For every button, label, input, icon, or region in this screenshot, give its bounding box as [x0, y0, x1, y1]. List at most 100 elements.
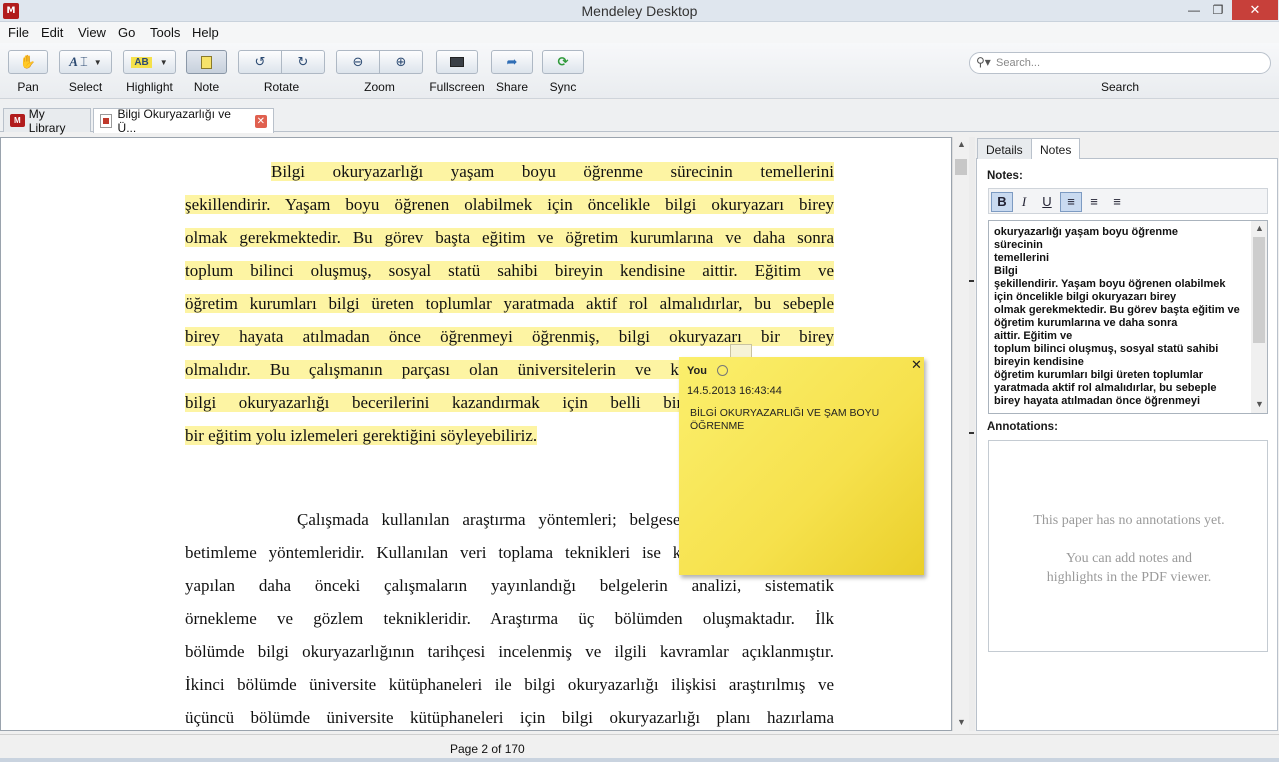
close-tab-icon[interactable]: ✕ — [254, 114, 267, 128]
text-line: olmak gerekmektedir. Bu görev başta eğit… — [185, 228, 834, 247]
text-line: öğretim kurumları bilgi üreten toplumlar… — [185, 294, 834, 313]
highlight-label: Highlight — [126, 80, 173, 94]
note-text[interactable]: BİLGİ OKURYAZARLIĞI VE ŞAM BOYU ÖĞRENME — [690, 407, 910, 433]
fullscreen-label: Fullscreen — [429, 80, 485, 94]
annotations-hint: You can add notes and highlights in the … — [1046, 551, 1212, 585]
rotate-right-icon: ↻ — [297, 54, 309, 69]
pan-button[interactable]: ✋ — [8, 50, 48, 74]
rotate-label: Rotate — [263, 80, 300, 94]
rotate-right-button[interactable]: ↻ — [281, 50, 325, 74]
select-label: Select — [68, 80, 103, 94]
share-icon: ➦ — [506, 54, 518, 69]
text-line: bölümde bilgi okuryazarlığının tarihçesi… — [185, 642, 834, 661]
align-left-icon[interactable]: ≡ — [1060, 192, 1082, 212]
close-window-button[interactable]: ✕ — [1232, 0, 1278, 20]
search-box: ⚲▾ — [969, 52, 1271, 74]
bold-button[interactable]: B — [991, 192, 1013, 212]
maximize-button[interactable]: ❐ — [1204, 0, 1232, 20]
note-status-icon[interactable] — [717, 365, 728, 376]
rotate-left-button[interactable]: ↺ — [238, 50, 282, 74]
pdf-icon — [100, 114, 112, 128]
title-bar: M Mendeley Desktop — ❐ ✕ — [0, 0, 1279, 22]
chevron-down-icon[interactable]: ▼ — [160, 58, 168, 67]
sync-button[interactable]: ⟳ — [542, 50, 584, 74]
underline-button[interactable]: U — [1036, 192, 1058, 212]
sync-label: Sync — [549, 80, 577, 94]
zoom-in-icon: ⊕ — [395, 54, 407, 69]
sticky-note-icon — [201, 55, 212, 69]
scroll-down-icon[interactable]: ▼ — [953, 717, 970, 727]
search-input[interactable] — [996, 55, 1256, 71]
select-button[interactable]: A ⌶ ▼ — [59, 50, 112, 74]
sticky-note-anchor-icon[interactable] — [730, 344, 752, 358]
pan-label: Pan — [17, 80, 39, 94]
text-line: Bilgi okuryazarlığı yaşam boyu öğrenme s… — [271, 162, 834, 181]
text-line: şekillendirir. Yaşam boyu öğrenen olabil… — [185, 195, 834, 214]
page-indicator: Page 2 of 170 — [450, 742, 525, 756]
menu-help[interactable]: Help — [192, 25, 219, 40]
viewer-scrollbar[interactable]: ▲ ▼ — [952, 137, 969, 731]
zoom-label: Zoom — [364, 80, 395, 94]
tab-bar: M My Library Bilgi Okuryazarlığı ve Ü...… — [0, 100, 1279, 135]
tab-document-label: Bilgi Okuryazarlığı ve Ü... — [117, 107, 231, 135]
menu-edit[interactable]: Edit — [41, 25, 63, 40]
menu-bar: File Edit View Go Tools Help — [0, 22, 1279, 43]
menu-go[interactable]: Go — [118, 25, 135, 40]
note-date: 14.5.2013 16:43:44 — [687, 385, 782, 397]
text-line: örnekleme ve gözlem teknikleridir. Araşt… — [185, 609, 834, 628]
scroll-up-icon[interactable]: ▲ — [1251, 223, 1267, 233]
format-toolbar: B I U ≡ ≡ ≡ — [988, 188, 1268, 214]
rotate-left-icon: ↺ — [254, 54, 266, 69]
tab-document[interactable]: Bilgi Okuryazarlığı ve Ü... ✕ — [93, 107, 274, 135]
fullscreen-button[interactable] — [436, 50, 478, 74]
mendeley-logo-icon: M — [10, 114, 25, 127]
menu-view[interactable]: View — [78, 25, 106, 40]
scroll-thumb[interactable] — [955, 159, 967, 175]
right-panel: Details Notes Notes: B I U ≡ ≡ ≡ okuryaz… — [975, 137, 1279, 731]
notes-scrollbar[interactable]: ▲ ▼ — [1251, 221, 1267, 413]
scroll-down-icon[interactable]: ▼ — [1251, 399, 1267, 409]
close-note-icon[interactable]: ✕ — [911, 357, 922, 373]
sync-icon: ⟳ — [557, 54, 569, 69]
zoom-out-button[interactable]: ⊖ — [336, 50, 380, 74]
note-author: You — [687, 365, 707, 377]
share-button[interactable]: ➦ — [491, 50, 533, 74]
annotations-empty-message: This paper has no annotations yet. — [1033, 513, 1225, 528]
text-line: üçüncü bölümde üniversite kütüphaneleri … — [185, 708, 834, 727]
search-icon[interactable]: ⚲▾ — [976, 55, 991, 69]
menu-tools[interactable]: Tools — [150, 25, 180, 40]
note-button[interactable] — [186, 50, 227, 74]
note-label: Note — [193, 80, 220, 94]
splitter-handle-top[interactable] — [969, 280, 974, 282]
notes-text[interactable]: okuryazarlığı yaşam boyu öğrenme sürecin… — [994, 226, 1244, 408]
taskbar-strip — [0, 758, 1279, 762]
notes-label: Notes: — [987, 170, 1023, 182]
search-label: Search — [1100, 80, 1140, 94]
align-right-icon[interactable]: ≡ — [1106, 192, 1128, 212]
text-line: İkinci bölümde üniversite kütüphaneleri … — [185, 675, 834, 694]
annotations-box: This paper has no annotations yet. You c… — [988, 440, 1268, 652]
scroll-up-icon[interactable]: ▲ — [953, 139, 970, 149]
text-line: toplum bilinci oluşmuş, sosyal statü sah… — [185, 261, 834, 280]
tab-my-library[interactable]: M My Library — [3, 107, 91, 135]
tab-details[interactable]: Details — [977, 138, 1032, 159]
zoom-in-button[interactable]: ⊕ — [379, 50, 423, 74]
window-title: Mendeley Desktop — [581, 3, 698, 19]
monitor-icon — [450, 57, 464, 67]
sticky-note[interactable]: You ✕ 14.5.2013 16:43:44 BİLGİ OKURYAZAR… — [679, 357, 924, 575]
menu-file[interactable]: File — [8, 25, 29, 40]
toolbar: ✋ Pan A ⌶ ▼ Select AB ▼ Highlight Note ↺ ↻ … — [0, 43, 1279, 99]
align-center-icon[interactable]: ≡ — [1083, 192, 1105, 212]
hand-icon: ✋ — [19, 54, 37, 69]
share-label: Share — [495, 80, 529, 94]
highlighter-icon: AB — [131, 56, 152, 68]
tab-notes[interactable]: Notes — [1031, 138, 1081, 159]
notes-scroll-thumb[interactable] — [1253, 237, 1265, 343]
italic-button[interactable]: I — [1013, 192, 1035, 212]
zoom-out-icon: ⊖ — [352, 54, 364, 69]
highlight-button[interactable]: AB ▼ — [123, 50, 176, 74]
chevron-down-icon[interactable]: ▼ — [94, 58, 102, 67]
notes-editor[interactable]: okuryazarlığı yaşam boyu öğrenme sürecin… — [988, 220, 1268, 414]
text-cursor-icon: A — [69, 54, 78, 69]
splitter-handle-middle[interactable] — [969, 432, 974, 434]
